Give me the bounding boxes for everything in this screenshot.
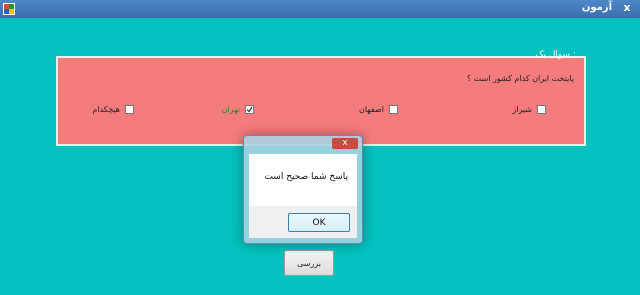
check-answer-button[interactable]: بررسی	[284, 250, 334, 276]
checkbox[interactable]	[537, 105, 546, 114]
option-label: اصفهان	[358, 105, 384, 114]
group-title: سوال یک :	[535, 50, 576, 60]
title-bar: آزمون x	[0, 0, 640, 18]
app-icon	[3, 3, 15, 15]
option-label: تهران	[221, 105, 240, 114]
option-none[interactable]: هیچکدام	[92, 105, 134, 114]
dialog-footer: OK	[249, 206, 357, 238]
dialog-message: پاسخ شما صحیح است	[264, 172, 348, 182]
question-group: سوال یک : پایتخت ایران کدام کشور است ؟ ش…	[56, 50, 586, 146]
window-title: آزمون	[581, 2, 612, 13]
dialog-body: پاسخ شما صحیح است	[249, 154, 357, 206]
checkbox[interactable]	[389, 105, 398, 114]
option-tehran[interactable]: تهران	[222, 105, 254, 114]
option-shiraz[interactable]: شیراز	[512, 105, 546, 114]
close-icon[interactable]: x	[620, 1, 634, 15]
message-box: x پاسخ شما صحیح است OK	[243, 135, 363, 244]
checkbox[interactable]	[125, 105, 134, 114]
check-mark-icon	[246, 106, 253, 113]
checkbox-checked[interactable]	[245, 105, 254, 114]
option-isfahan[interactable]: اصفهان	[359, 105, 398, 114]
question-text: پایتخت ایران کدام کشور است ؟	[466, 74, 574, 83]
ok-button[interactable]: OK	[288, 213, 350, 232]
option-label: هیچکدام	[92, 105, 120, 114]
option-label: شیراز	[512, 105, 532, 114]
dialog-close-button[interactable]: x	[332, 138, 358, 149]
